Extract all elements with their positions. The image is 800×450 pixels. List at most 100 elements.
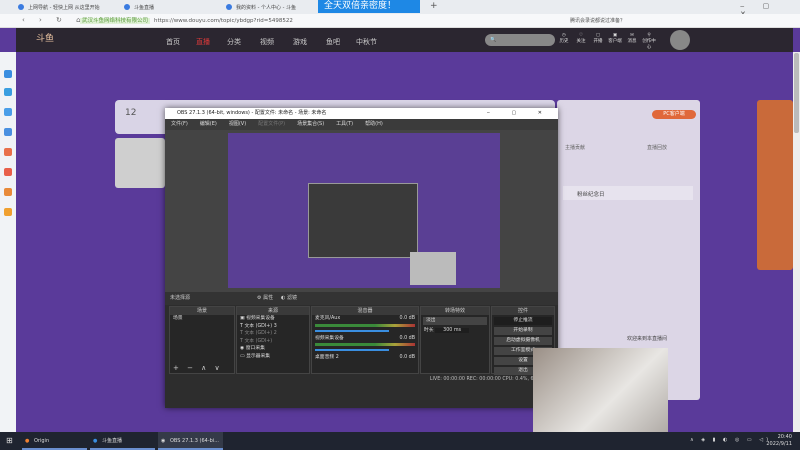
tab-label: 上网导航 - 轻快上网 从这里开始 [28,5,100,11]
sidebar-app-icon[interactable] [4,70,12,78]
duration-row: 时长 300 ms [421,327,489,335]
sidebar-app-icon[interactable] [4,168,12,176]
tab-label: 斗鱼直播 [134,5,155,11]
obs-title: OBS 27.1.3 (64-bit, windows) - 配置文件: 未命名… [177,110,327,116]
duration-input[interactable]: 300 ms [435,328,469,333]
site-search-input[interactable]: 🔍 [485,34,555,46]
taskbar-app-douyu[interactable]: ● 斗鱼直播 [90,432,155,450]
nav-buttons[interactable]: ‹ › ↻ ⌂ [22,16,87,24]
audio-meter [315,343,415,346]
new-tab-button[interactable]: + [430,1,438,11]
taskbar-app-obs[interactable]: ◉ OBS 27.1.3 (64-bi... [158,432,223,450]
tab-label: 我的资料 - 个人中心 - 斗鱼 [236,5,296,11]
browser-tab[interactable]: 我的资料 - 个人中心 - 斗鱼 [222,1,300,14]
nav-midautumn[interactable]: 中秋节 [356,37,377,47]
start-button[interactable]: ⊞ [6,436,13,445]
scenes-panel: 场景 场景 + − ∧ ∨ [169,306,235,374]
start-recording-button[interactable]: 开始录制 [494,327,552,335]
obs-menu-bar: 文件(F) 编辑(E) 视图(V) 配置文件(P) 场景集合(S) 工具(T) 帮助(H) [165,119,558,130]
scene-item[interactable]: 场景 [170,315,234,323]
menu-edit[interactable]: 编辑(E) [200,121,217,127]
browser-tab[interactable]: 斗鱼直播 [120,1,158,14]
promo-banner[interactable] [757,100,793,270]
tab-favicon-icon [124,4,130,10]
browser-search[interactable]: 腾讯会录说都说过准备？ [570,17,625,24]
nav-category[interactable]: 分类 [227,37,241,47]
virtual-camera-button[interactable]: 启动虚拟摄像机 [494,337,552,345]
sidebar-app-icon[interactable] [4,208,12,216]
fan-day-section: 粉丝纪念日 [563,186,693,200]
webcam-overlay [533,348,668,432]
source-item[interactable]: ▣ 视频采集设备 [237,315,309,323]
sidebar-app-icon[interactable] [4,108,12,116]
sidebar-app-icon[interactable] [4,148,12,156]
clock[interactable]: 20:40 2022/9/11 [766,434,792,448]
no-source-label: 未选择源 [170,295,191,301]
stream-overlay-text: 全天双倍亲密度！ [318,0,420,13]
nav-home[interactable]: 首页 [166,37,180,47]
nav-yuba[interactable]: 鱼吧 [326,37,340,47]
tab-favicon-icon [18,4,24,10]
nav-game[interactable]: 游戏 [293,37,307,47]
obs-title-bar: OBS 27.1.3 (64-bit, windows) - 配置文件: 未命名… [165,108,558,119]
tab-contribution[interactable]: 主播贡献 [565,144,585,151]
anchor-avatar[interactable] [115,138,165,188]
panel-title: 控件 [492,307,554,315]
system-tray[interactable]: ∧ ◈ ▮ ◐ ◎ ▭ ◁) [690,437,771,443]
source-item[interactable]: T 文本 (GDI+) [237,338,309,346]
volume-slider[interactable] [315,329,390,332]
menu-scene-collection[interactable]: 场景集合(S) [297,121,324,127]
nav-live[interactable]: 直播 [196,37,210,47]
client-icon[interactable]: ▣ 客户端 [607,33,623,44]
transition-select[interactable]: 淡出 [423,317,487,325]
menu-help[interactable]: 帮助(H) [365,121,383,127]
sidebar-app-icon[interactable] [4,128,12,136]
volume-slider[interactable] [315,349,390,351]
filters-button[interactable]: ◐ 滤镜 [281,292,297,305]
message-icon[interactable]: ✉ 消息 [624,33,640,44]
source-toolbar: 未选择源 ⚙ 属性 ◐ 滤镜 [165,292,558,305]
panel-title: 来源 [237,307,309,315]
creator-icon[interactable]: ⚲ 创作中心 [641,33,657,50]
panel-title: 转场特效 [421,307,489,315]
scene-controls[interactable]: + − ∧ ∨ [173,364,223,372]
taskbar-app-origin[interactable]: ● Origin [22,432,87,450]
browser-sidebar [0,52,16,432]
menu-view[interactable]: 视图(V) [229,121,246,127]
obs-window-controls[interactable]: ‒ ▢ ✕ [487,108,552,119]
preview-webcam [410,252,456,285]
follow-icon[interactable]: ♡ 关注 [573,33,589,44]
stop-streaming-button[interactable]: 停止推流 [494,317,552,325]
source-item[interactable]: ▭ 显示器采集 [237,353,309,361]
obs-window: OBS 27.1.3 (64-bit, windows) - 配置文件: 未命名… [165,108,558,408]
browser-tab[interactable]: 上网导航 - 轻快上网 从这里开始 [14,1,104,14]
menu-tools[interactable]: 工具(T) [336,121,353,127]
douyu-logo: 斗鱼 [36,34,55,44]
preview-capture [228,133,500,288]
mixer-channel: 视频采集设备 0.0 dB [315,335,415,341]
history-icon[interactable]: ◷ 历史 [556,33,572,44]
tab-replay[interactable]: 直播回放 [647,144,667,151]
sidebar-app-icon[interactable] [4,88,12,96]
nav-video[interactable]: 视频 [260,37,274,47]
tab-favicon-icon [226,4,232,10]
source-item[interactable]: T 文本 (GDI+) 2 [237,330,309,338]
obs-preview[interactable] [165,130,558,292]
user-avatar[interactable] [670,30,690,50]
sidebar-app-icon[interactable] [4,188,12,196]
source-item[interactable]: T 文本 (GDI+) 3 [237,323,309,331]
pc-client-button[interactable]: PC客户端 [652,110,696,119]
mixer-channel: 麦克风/Aux 0.0 dB [315,316,415,321]
menu-profile[interactable]: 配置文件(P) [258,121,285,127]
obs-status-bar: LIVE: 00:00:00 REC: 00:00:00 CPU: 0.4%, … [165,375,558,385]
chat-welcome: 欢迎来到本直播间 [627,336,668,342]
level-number: 12 [125,108,137,118]
url-text: https://www.douyu.com/topic/ybdgp?rid=54… [154,18,293,24]
broadcast-icon[interactable]: ▢ 开播 [590,33,606,44]
audio-meter [315,323,415,327]
menu-file[interactable]: 文件(F) [171,121,188,127]
page-scrollbar[interactable] [793,52,800,432]
mixer-panel: 混音器 麦克风/Aux 0.0 dB 视频采集设备 0.0 dB 桌面音频 2 0.0… [311,306,419,374]
properties-button[interactable]: ⚙ 属性 [257,292,273,305]
source-item[interactable]: ◉ 窗口采集 [237,345,309,353]
